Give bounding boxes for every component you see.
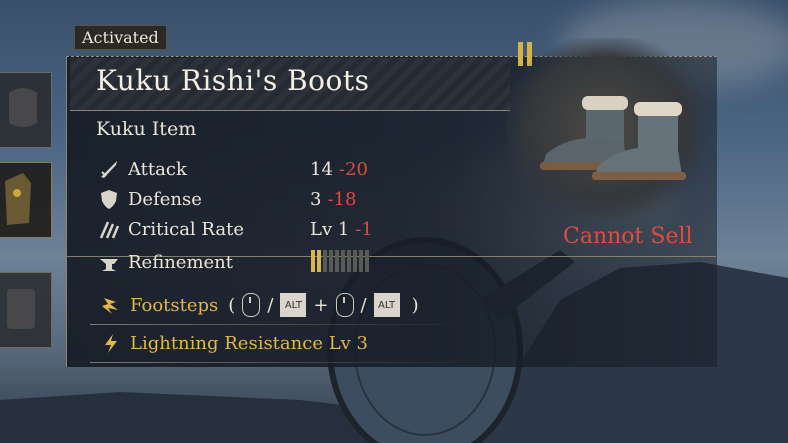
sell-status: Cannot Sell bbox=[563, 224, 693, 249]
plus-separator: + bbox=[313, 294, 329, 316]
refinement-segment bbox=[335, 250, 339, 272]
effect-label: Footsteps bbox=[130, 294, 219, 316]
close-paren: ) bbox=[411, 294, 419, 316]
alt-key-icon: ALT bbox=[280, 293, 307, 317]
stat-delta: -1 bbox=[355, 219, 373, 240]
stat-row-defense: Defense bbox=[96, 186, 202, 212]
stat-value-attack: 14 -20 bbox=[310, 159, 368, 180]
inventory-slot-gloves[interactable] bbox=[0, 272, 52, 348]
divider bbox=[90, 362, 470, 363]
stat-value-defense: 3 -18 bbox=[310, 189, 356, 210]
gloves-icon bbox=[7, 289, 35, 329]
inventory-slot-helmet[interactable] bbox=[0, 72, 52, 148]
refinement-segment bbox=[341, 250, 345, 272]
footsteps-icon bbox=[98, 292, 124, 318]
slash-separator: / bbox=[267, 294, 274, 316]
refinement-segment bbox=[353, 250, 357, 272]
refinement-segment bbox=[347, 250, 351, 272]
refinement-segment bbox=[359, 250, 363, 272]
stat-label: Defense bbox=[128, 188, 202, 210]
mouse-icon bbox=[242, 293, 261, 317]
sword-icon bbox=[96, 156, 122, 182]
slash-separator: / bbox=[360, 294, 367, 316]
refinement-segment bbox=[323, 250, 327, 272]
mouse-icon bbox=[335, 293, 354, 317]
refinement-segment bbox=[317, 250, 321, 272]
shield-icon bbox=[96, 186, 122, 212]
refinement-segment bbox=[365, 250, 369, 272]
status-badge: Activated bbox=[74, 25, 167, 50]
alt-key-icon: ALT bbox=[373, 293, 400, 317]
stat-row-critical-rate: Critical Rate bbox=[96, 216, 244, 242]
divider bbox=[90, 324, 470, 325]
effect-lightning-resistance: Lightning Resistance Lv 3 bbox=[98, 330, 368, 356]
stat-delta: -20 bbox=[338, 159, 368, 180]
lightning-icon bbox=[98, 330, 124, 356]
stat-row-refinement: Refinement bbox=[96, 249, 233, 275]
anvil-icon bbox=[96, 249, 122, 275]
refinement-segment bbox=[311, 250, 315, 272]
helmet-icon bbox=[9, 88, 37, 127]
item-category: Kuku Item bbox=[96, 118, 197, 140]
item-title: Kuku Rishi's Boots bbox=[96, 64, 370, 97]
effect-footsteps: Footsteps ( / ALT + / ALT ) bbox=[98, 292, 422, 318]
armor-icon bbox=[5, 173, 31, 225]
stat-label: Attack bbox=[128, 158, 187, 180]
refinement-segment bbox=[329, 250, 333, 272]
stat-label: Refinement bbox=[128, 251, 234, 273]
inventory-slot-armor[interactable] bbox=[0, 162, 52, 238]
stat-value: 3 bbox=[310, 189, 322, 210]
stat-value-critical-rate: Lv 1 -1 bbox=[310, 219, 373, 240]
stat-value: 14 bbox=[310, 159, 333, 180]
stat-label: Critical Rate bbox=[128, 218, 244, 240]
stat-row-attack: Attack bbox=[96, 156, 187, 182]
refinement-bar bbox=[311, 250, 369, 272]
critical-claw-icon bbox=[96, 216, 122, 242]
open-paren: ( bbox=[228, 294, 236, 316]
boots-icon bbox=[540, 96, 686, 180]
stat-value: Lv 1 bbox=[310, 219, 350, 240]
effect-label: Lightning Resistance Lv 3 bbox=[130, 332, 368, 354]
stat-delta: -18 bbox=[327, 189, 357, 210]
item-portrait bbox=[506, 38, 706, 218]
